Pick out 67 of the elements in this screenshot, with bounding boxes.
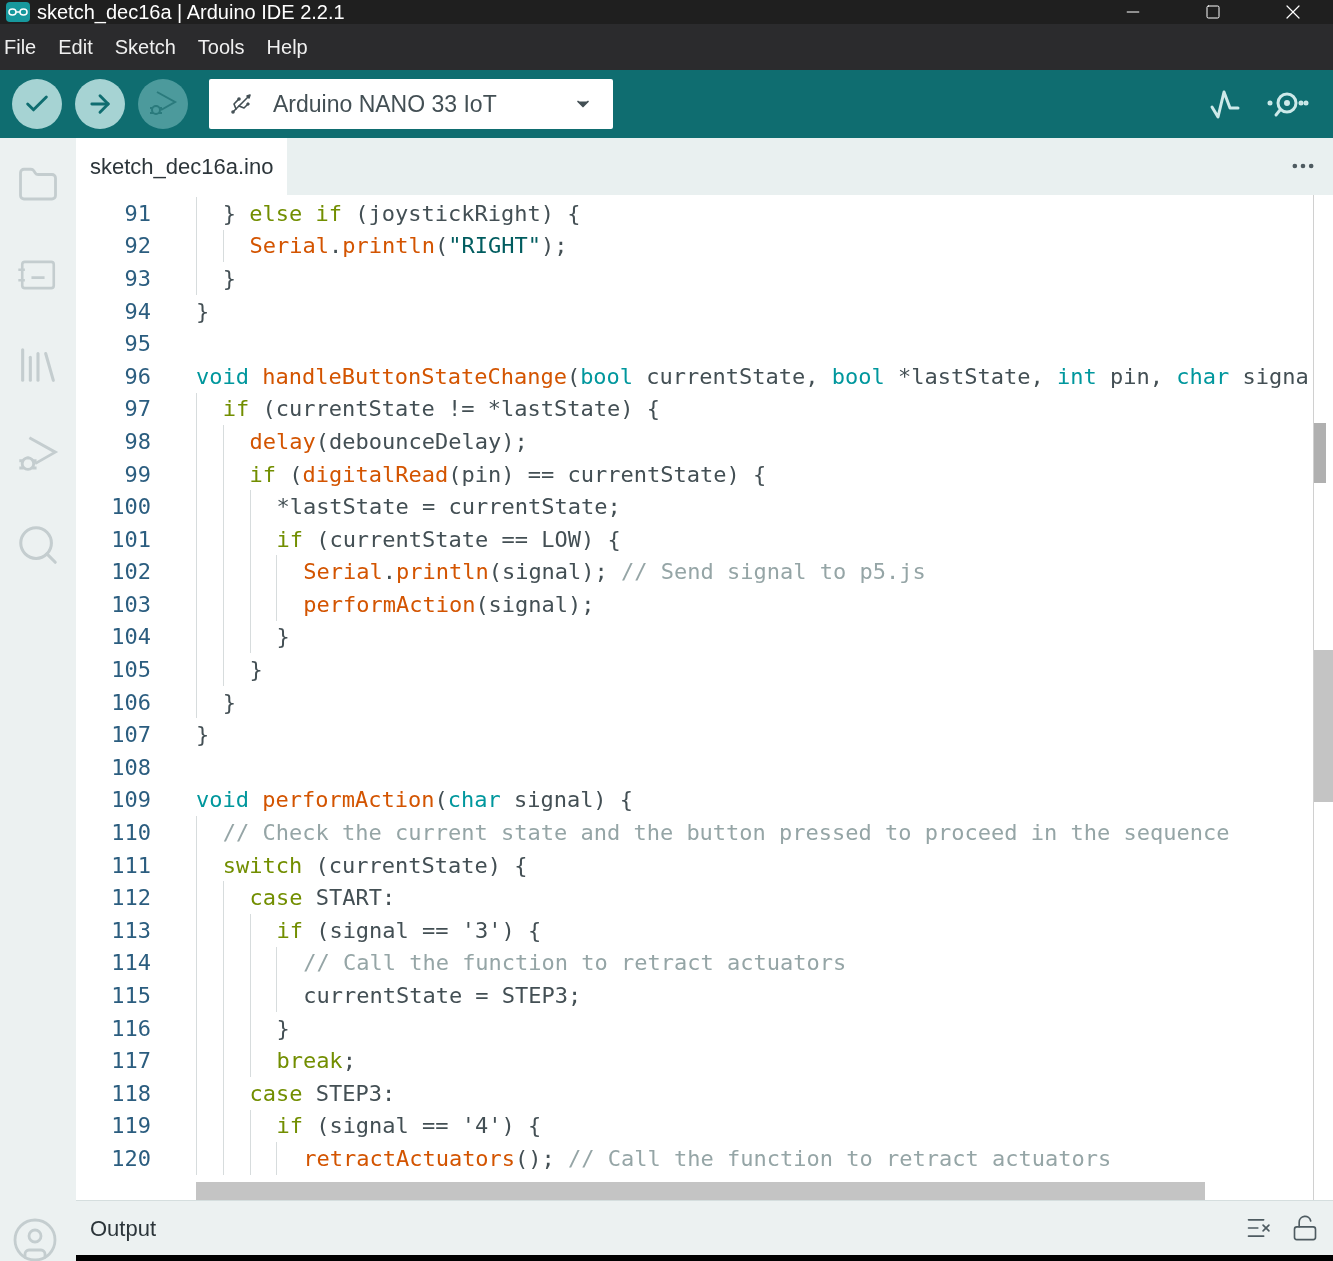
line-number: 112	[110, 884, 151, 913]
menu-item[interactable]: Edit	[58, 32, 93, 62]
code-line: // Call the function to retract actuators	[303, 949, 847, 978]
output-panel-title: Output	[90, 1214, 157, 1243]
line-number: 113	[110, 916, 151, 945]
menu-item[interactable]: Sketch	[114, 32, 176, 62]
code-line: } else if (joystickRight) {	[222, 199, 581, 228]
line-number: 119	[110, 1112, 151, 1141]
line-number: 103	[110, 590, 151, 619]
code-line: void performAction(char signal) {	[196, 786, 634, 815]
file-tab[interactable]: sketch_dec16a.ino	[76, 138, 288, 195]
line-number: 107	[110, 721, 151, 750]
code-line: delay(debounceDelay);	[249, 427, 528, 456]
code-line: }	[276, 623, 290, 652]
line-number: 111	[110, 851, 151, 880]
code-line: if (currentState != *lastState) {	[222, 395, 660, 424]
code-line: *lastState = currentState;	[276, 493, 621, 522]
code-line: }	[196, 721, 210, 750]
code-line: if (digitalRead(pin) == currentState) {	[249, 460, 767, 489]
line-number: 118	[110, 1079, 151, 1108]
line-number: 100	[110, 493, 151, 522]
line-number: 94	[123, 297, 151, 326]
code-line: // Check the current state and the button pressed to proceed in the sequence	[222, 819, 1230, 848]
code-line: }	[276, 1014, 290, 1043]
line-number: 98	[123, 427, 151, 456]
line-number: 105	[110, 656, 151, 685]
board-selector[interactable]: Arduino NANO 33 IoT	[209, 79, 613, 129]
line-number: 108	[110, 753, 151, 782]
line-number: 117	[110, 1047, 151, 1076]
line-number: 96	[123, 362, 151, 391]
code-line: }	[222, 688, 237, 717]
line-number: 104	[110, 623, 151, 652]
line-number: 109	[110, 786, 151, 815]
code-line: performAction(signal);	[303, 590, 595, 619]
code-line: Serial.println("RIGHT");	[249, 232, 568, 261]
line-number: 120	[110, 1144, 151, 1173]
line-number: 102	[110, 558, 151, 587]
code-line: currentState = STEP3;	[303, 982, 582, 1010]
line-number: 106	[110, 688, 151, 717]
code-line: if (currentState == LOW) {	[276, 525, 621, 554]
code-line: Serial.println(signal); // Send signal to p5.js	[303, 558, 926, 587]
code-line: case START:	[249, 884, 396, 913]
code-line: break;	[276, 1047, 356, 1076]
menu-item[interactable]: Help	[266, 32, 308, 62]
line-number: 99	[123, 460, 151, 489]
code-line: if (signal == '3') {	[276, 916, 542, 945]
code-line: if (signal == '4') {	[276, 1112, 542, 1141]
line-number: 92	[123, 232, 151, 261]
line-number: 91	[123, 199, 151, 228]
line-number: 110	[110, 819, 151, 848]
line-number: 114	[110, 949, 151, 978]
code-line: }	[249, 656, 263, 685]
menu-item[interactable]: File	[4, 32, 37, 62]
line-number: 95	[123, 330, 151, 359]
line-number: 97	[123, 395, 151, 424]
code-line: switch (currentState) {	[222, 851, 528, 880]
line-number: 115	[110, 982, 151, 1010]
window-title: sketch_dec16a | Arduino IDE 2.2.1	[37, 0, 345, 26]
code-line: case STEP3:	[249, 1079, 396, 1108]
line-number: 116	[110, 1014, 151, 1043]
menu-item[interactable]: Tools	[197, 32, 245, 62]
code-line: void handleButtonStateChange(bool currentState, bool *lastState, int pin, char signa	[196, 362, 1309, 391]
line-number: 93	[123, 264, 151, 293]
code-line: }	[196, 297, 210, 326]
line-number: 101	[110, 525, 151, 554]
code-line: }	[222, 264, 237, 293]
code-line: retractActuators(); // Call the function to retract actuators	[303, 1144, 1112, 1173]
